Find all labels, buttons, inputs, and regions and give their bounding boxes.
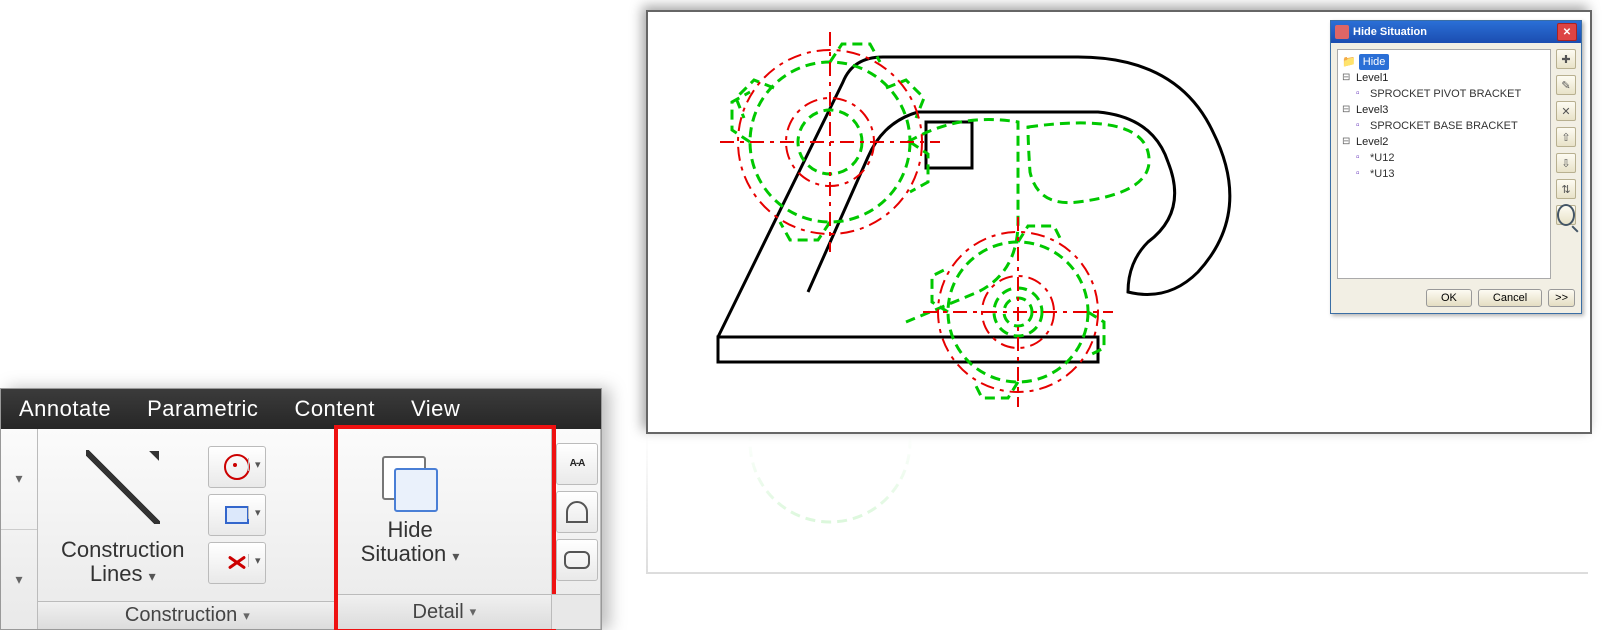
circle-icon <box>224 454 250 480</box>
hide-situation-icon <box>382 456 438 512</box>
tab-annotate[interactable]: Annotate <box>1 396 129 422</box>
panel-title-partial <box>552 594 600 629</box>
panel-title-construction-label: Construction <box>125 604 237 627</box>
zoom-button[interactable] <box>1556 205 1576 225</box>
chevron-down-icon: ▾ <box>470 604 477 620</box>
tree-level3[interactable]: Level3 <box>1342 102 1548 118</box>
erase-construction-button[interactable] <box>208 542 266 584</box>
panel-partial: A-A <box>552 429 601 629</box>
ribbon: Annotate Parametric Content View ▾ ▾ Con… <box>0 388 602 630</box>
reflection <box>646 434 1588 574</box>
erase-icon <box>227 553 247 573</box>
tree-level3-label: Level3 <box>1356 104 1388 116</box>
chevron-down-icon: ▾ <box>149 568 156 584</box>
breakout-icon <box>564 551 590 569</box>
circle-center-button[interactable] <box>208 446 266 488</box>
drawing-svg <box>658 22 1278 422</box>
panel-detail: Hide Situation ▾ Detail ▾ <box>338 429 552 629</box>
more-button[interactable]: >> <box>1548 289 1575 307</box>
tree-level2-label: Level2 <box>1356 136 1388 148</box>
ribbon-tabs: Annotate Parametric Content View <box>1 389 601 429</box>
move-up-button[interactable]: ⇧ <box>1556 127 1576 147</box>
section-aa-icon: A-A <box>570 458 585 469</box>
construction-line-icon <box>78 442 168 532</box>
new-level-button[interactable]: ✚ <box>1556 49 1576 69</box>
ok-button[interactable]: OK <box>1426 289 1472 307</box>
rectangle-icon <box>225 506 249 524</box>
tree-root[interactable]: 📁 Hide <box>1342 54 1548 70</box>
close-icon[interactable]: ✕ <box>1557 23 1577 41</box>
rectangle-button[interactable] <box>208 494 266 536</box>
delete-button[interactable]: ✕ <box>1556 101 1576 121</box>
construction-tools-column <box>206 444 268 586</box>
move-down-button[interactable]: ⇩ <box>1556 153 1576 173</box>
panel-title-detail-label: Detail <box>413 601 464 624</box>
swap-button[interactable]: ⇅ <box>1556 179 1576 199</box>
panel-title-detail[interactable]: Detail ▾ <box>338 594 551 629</box>
tab-parametric[interactable]: Parametric <box>129 396 276 422</box>
hide-situation-button[interactable]: Hide Situation ▾ <box>348 449 473 575</box>
cancel-button[interactable]: Cancel <box>1478 289 1542 307</box>
detail-view-button[interactable] <box>556 491 598 533</box>
tree-item-u13[interactable]: *U13 <box>1342 166 1548 182</box>
tree-level1[interactable]: Level1 <box>1342 70 1548 86</box>
app-icon <box>1335 25 1349 39</box>
tab-content[interactable]: Content <box>276 396 393 422</box>
section-line-button[interactable]: A-A <box>556 443 598 485</box>
chevron-down-icon: ▾ <box>243 608 250 624</box>
construction-lines-label-1: Construction <box>61 537 185 562</box>
model-view-wrap: Hide Situation ✕ 📁 Hide Level1 SPROCKET … <box>646 10 1588 574</box>
construction-lines-label-2: Lines <box>90 561 143 586</box>
edit-button[interactable]: ✎ <box>1556 75 1576 95</box>
panel-title-construction[interactable]: Construction ▾ <box>38 601 337 629</box>
overflow-top-drop[interactable]: ▾ <box>1 429 37 530</box>
hide-situation-label-2: Situation <box>361 541 447 566</box>
tree-item-pivot[interactable]: SPROCKET PIVOT BRACKET <box>1342 86 1548 102</box>
hide-tree[interactable]: 📁 Hide Level1 SPROCKET PIVOT BRACKET Lev… <box>1337 49 1551 279</box>
tree-level1-label: Level1 <box>1356 72 1388 84</box>
overflow-bottom-drop[interactable]: ▾ <box>1 530 37 630</box>
detail-view-icon <box>566 501 588 523</box>
dialog-toolbar: ✚ ✎ ✕ ⇧ ⇩ ⇅ <box>1555 49 1577 279</box>
hide-situation-dialog: Hide Situation ✕ 📁 Hide Level1 SPROCKET … <box>1330 20 1582 314</box>
break-out-button[interactable] <box>556 539 598 581</box>
dialog-title: Hide Situation <box>1353 26 1427 38</box>
tree-level2[interactable]: Level2 <box>1342 134 1548 150</box>
overflow-slot: ▾ ▾ <box>1 429 38 629</box>
construction-lines-button[interactable]: Construction Lines ▾ <box>48 435 198 595</box>
tab-view[interactable]: View <box>393 396 478 422</box>
dialog-titlebar[interactable]: Hide Situation ✕ <box>1331 21 1581 43</box>
panel-construction: Construction Lines ▾ Construction ▾ <box>38 429 338 629</box>
dialog-buttons: OK Cancel >> <box>1331 283 1581 313</box>
chevron-down-icon: ▾ <box>452 548 459 564</box>
magnifier-icon <box>1557 204 1575 226</box>
tree-item-base[interactable]: SPROCKET BASE BRACKET <box>1342 118 1548 134</box>
tree-item-u12[interactable]: *U12 <box>1342 150 1548 166</box>
model-view-canvas[interactable]: Hide Situation ✕ 📁 Hide Level1 SPROCKET … <box>646 10 1592 434</box>
hide-situation-label-1: Hide <box>387 517 432 542</box>
tree-root-label: Hide <box>1359 54 1390 70</box>
